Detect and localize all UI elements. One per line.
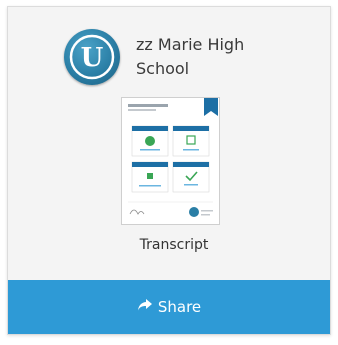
card-header: U zz Marie High School xyxy=(8,7,330,95)
share-label: Share xyxy=(157,298,202,316)
thumb-panel xyxy=(131,161,169,193)
school-name: zz Marie High School xyxy=(136,35,245,78)
thumb-panel xyxy=(131,125,169,157)
share-arrow-icon xyxy=(137,298,153,316)
transcript-card[interactable]: U zz Marie High School Transcript Share xyxy=(7,6,331,335)
share-button[interactable]: Share xyxy=(8,280,330,334)
logo-letter: U xyxy=(81,43,104,73)
thumb-panel xyxy=(172,161,210,193)
document-thumbnail[interactable] xyxy=(121,97,220,225)
school-logo-icon: U xyxy=(64,29,120,85)
thumb-panel xyxy=(172,125,210,157)
document-title: Transcript xyxy=(139,237,209,253)
